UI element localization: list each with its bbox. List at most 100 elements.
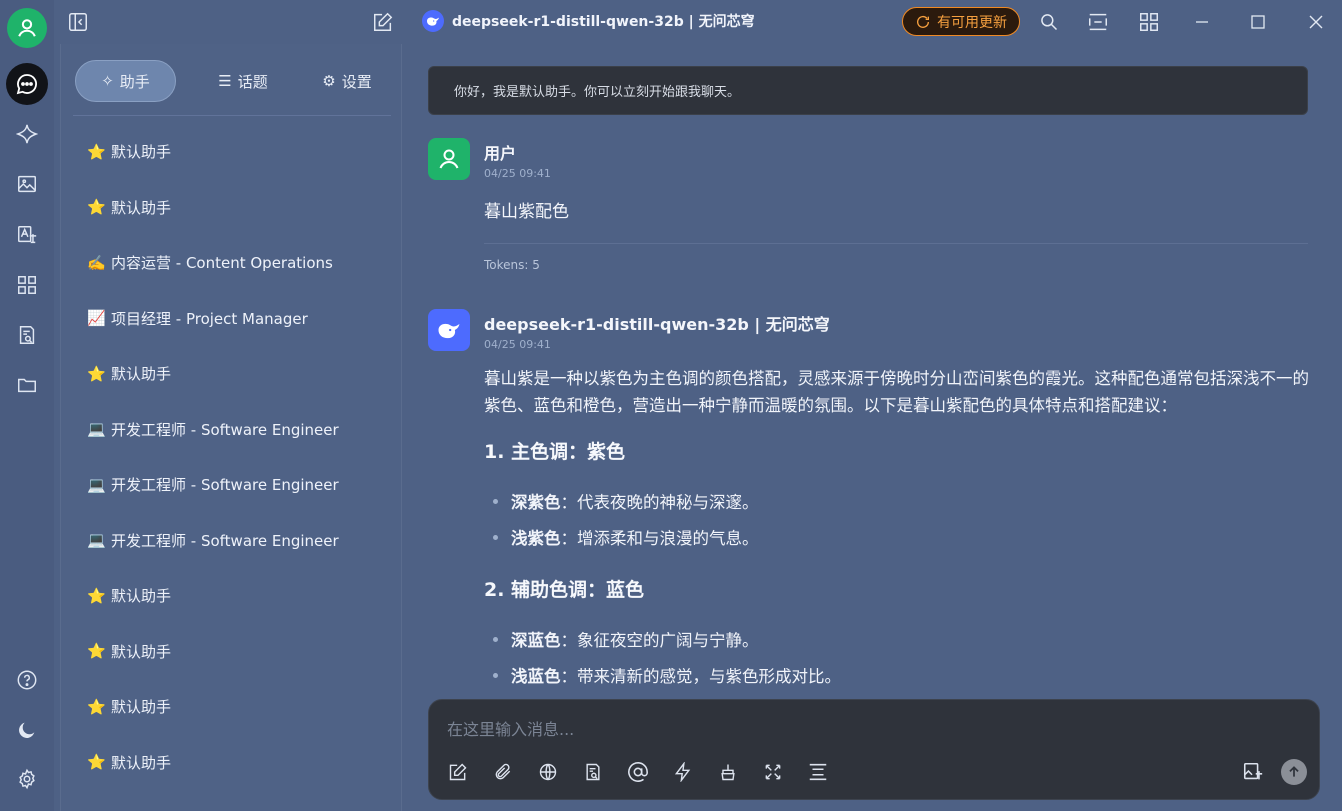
assistant-label: 开发工程师 - Software Engineer — [111, 476, 339, 495]
assistant-item[interactable]: ✍️ 内容运营 - Content Operations — [73, 235, 391, 291]
assistant-label: 默认助手 — [111, 198, 172, 217]
assistant-item[interactable]: 💻 开发工程师 - Software Engineer — [73, 402, 391, 458]
new-topic-button[interactable] — [371, 10, 395, 34]
globe-icon — [539, 763, 557, 781]
expand-input-button[interactable] — [760, 759, 786, 785]
bullet-list: 深蓝色 ：象征夜空的广阔与宁静。 浅蓝色 ：带来清新的感觉，与紫色形成对比。 — [484, 622, 1314, 694]
attach-button[interactable] — [490, 759, 516, 785]
assistant-item[interactable]: ⭐ 默认助手 — [73, 624, 391, 680]
minimize-button[interactable] — [1190, 10, 1214, 34]
assistant-emoji-icon: ✍️ — [87, 253, 106, 272]
welcome-banner: 你好，我是默认助手。你可以立刻开始跟我聊天。 — [428, 66, 1308, 115]
fullscreen-button[interactable] — [1086, 10, 1110, 34]
list-item: 浅紫色 ：增添柔和与浪漫的气息。 — [484, 520, 1314, 556]
knowledge-base-button[interactable] — [580, 759, 606, 785]
maximize-icon — [1251, 15, 1265, 29]
translate-nav-button[interactable] — [12, 220, 42, 250]
document-search-icon — [19, 326, 35, 344]
assistant-label: 默认助手 — [111, 587, 172, 606]
assistant-item[interactable]: ⭐ 默认助手 — [73, 124, 391, 180]
assistant-emoji-icon: ⭐ — [87, 198, 106, 217]
assistant-emoji-icon: 💻 — [87, 420, 106, 439]
update-available-button[interactable]: 有可用更新 — [902, 7, 1020, 36]
tab-assistants[interactable]: ✧ 助手 — [75, 60, 176, 102]
chat-bubble-icon — [16, 74, 37, 95]
message-divider — [484, 243, 1308, 244]
assistant-item[interactable]: 💻 开发工程师 - Software Engineer — [73, 513, 391, 569]
web-search-button[interactable] — [535, 759, 561, 785]
chat-nav-button[interactable] — [6, 63, 48, 105]
assistant-item[interactable]: 📈 项目经理 - Project Manager — [73, 291, 391, 347]
message-input[interactable]: 在这里输入消息... — [447, 716, 574, 740]
assistant-emoji-icon: ⭐ — [87, 364, 106, 383]
apps-button[interactable] — [1137, 10, 1161, 34]
lightning-icon — [674, 762, 691, 782]
assistant-item[interactable]: ⭐ 默认助手 — [73, 735, 391, 791]
assistant-item[interactable]: 💻 开发工程师 - Software Engineer — [73, 457, 391, 513]
message-composer[interactable]: 在这里输入消息... — [428, 699, 1320, 800]
expand-icon — [1089, 13, 1107, 31]
paperclip-icon — [495, 763, 511, 780]
sparkle-icon: ✧ — [101, 72, 114, 90]
edit-icon — [374, 12, 393, 31]
clear-context-button[interactable] — [715, 759, 741, 785]
broom-icon — [721, 764, 735, 781]
chat-header[interactable]: deepseek-r1-distill-qwen-32b | 无问芯穹 — [422, 9, 755, 33]
user-avatar[interactable] — [7, 8, 47, 48]
assistant-emoji-icon: 📈 — [87, 309, 106, 328]
section-heading: 1. 主色调：紫色 — [484, 440, 626, 463]
mention-model-button[interactable] — [625, 759, 651, 785]
sidebar-collapse-icon — [69, 13, 87, 31]
assistant-emoji-icon: ⭐ — [87, 586, 106, 605]
quick-phrases-button[interactable] — [670, 759, 696, 785]
new-topic-tool-button[interactable] — [445, 759, 471, 785]
search-button[interactable] — [1037, 10, 1061, 34]
gear-icon — [19, 768, 35, 790]
send-button[interactable] — [1281, 759, 1307, 785]
assistant-label: 默认助手 — [111, 698, 172, 717]
theme-toggle-button[interactable] — [12, 715, 42, 745]
edit-icon — [449, 763, 467, 781]
assistant-label: 开发工程师 - Software Engineer — [111, 420, 339, 439]
assistant-list: ⭐ 默认助手 ⭐ 默认助手 ✍️ 内容运营 - Content Operations 📈 项目… — [73, 124, 391, 790]
image-nav-button[interactable] — [12, 169, 42, 199]
search-icon — [1041, 14, 1058, 31]
section-heading: 2. 辅助色调：蓝色 — [484, 578, 645, 601]
expand-icon — [765, 764, 781, 780]
apps-nav-button[interactable] — [12, 270, 42, 300]
list-item: 深紫色 ：代表夜晚的神秘与深邃。 — [484, 484, 1314, 520]
token-count: Tokens: 5 — [484, 258, 540, 272]
agents-nav-button[interactable] — [12, 119, 42, 149]
deepseek-logo-icon — [438, 323, 460, 339]
assistant-message-avatar — [428, 309, 470, 351]
close-button[interactable] — [1304, 10, 1328, 34]
bullet-list: 深紫色 ：代表夜晚的神秘与深邃。 浅紫色 ：增添柔和与浪漫的气息。 — [484, 484, 1314, 556]
assistant-item[interactable]: ⭐ 默认助手 — [73, 346, 391, 402]
assistant-emoji-icon: ⭐ — [87, 753, 106, 772]
knowledge-nav-button[interactable] — [12, 320, 42, 350]
tab-settings[interactable]: ⚙ 设置 — [307, 60, 387, 102]
help-button[interactable] — [12, 665, 42, 695]
assistant-emoji-icon: 💻 — [87, 531, 106, 550]
files-nav-button[interactable] — [12, 370, 42, 400]
collapse-button[interactable] — [805, 759, 831, 785]
assistant-emoji-icon: ⭐ — [87, 642, 106, 661]
assistant-item[interactable]: ⭐ 默认助手 — [73, 679, 391, 735]
tab-topics[interactable]: ☰ 话题 — [203, 60, 283, 102]
assistant-item[interactable]: ⭐ 默认助手 — [73, 180, 391, 236]
assistant-message-body: 暮山紫是一种以紫色为主色调的颜色搭配，灵感来源于傍晚时分山峦间紫色的霞光。这种配… — [484, 365, 1314, 694]
assistant-label: 默认助手 — [111, 143, 172, 162]
assistant-message-name: deepseek-r1-distill-qwen-32b | 无问芯穹 — [484, 315, 830, 334]
gear-icon: ⚙ — [322, 72, 336, 90]
divider — [73, 115, 391, 116]
settings-button[interactable] — [12, 764, 42, 794]
sidebar-tabs: ✧ 助手 ☰ 话题 ⚙ 设置 — [73, 60, 391, 102]
document-search-icon — [586, 763, 600, 781]
assistant-emoji-icon: ⭐ — [87, 697, 106, 716]
list-item: 浅蓝色 ：带来清新的感觉，与紫色形成对比。 — [484, 658, 1314, 694]
generate-image-button[interactable] — [1240, 759, 1266, 785]
toggle-sidebar-button[interactable] — [66, 10, 90, 34]
maximize-button[interactable] — [1246, 10, 1270, 34]
assistant-message-time: 04/25 09:41 — [484, 338, 551, 351]
assistant-item[interactable]: ⭐ 默认助手 — [73, 568, 391, 624]
